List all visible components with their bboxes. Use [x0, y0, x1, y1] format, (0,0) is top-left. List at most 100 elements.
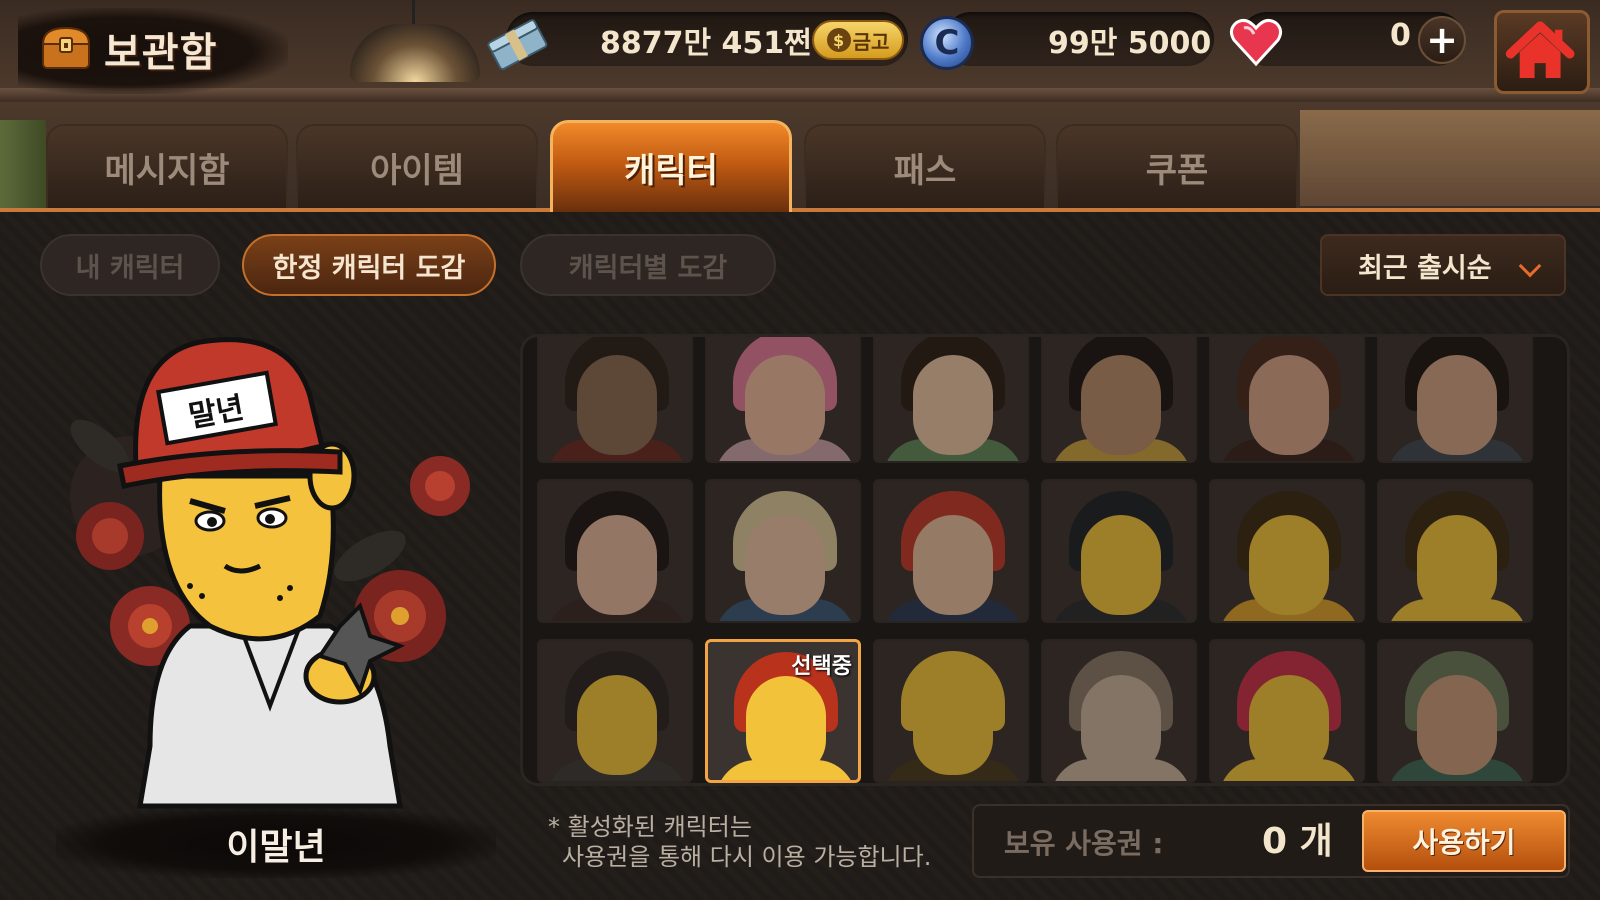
- portrait-body: [1387, 599, 1527, 621]
- character-portrait[interactable]: [1377, 337, 1533, 463]
- portrait-face: [577, 675, 657, 775]
- tab-underline: [0, 208, 1600, 212]
- portrait-hair: [901, 491, 1005, 571]
- bamboo-shelf: [0, 120, 46, 210]
- portrait-body: [547, 439, 687, 461]
- portrait-hair: [1405, 491, 1509, 571]
- tab-coupons[interactable]: 쿠폰: [1056, 124, 1298, 208]
- tab-pass[interactable]: 패스: [804, 124, 1046, 208]
- chevron-down-icon: [1518, 254, 1542, 278]
- portrait-hair: [565, 337, 669, 411]
- character-portrait[interactable]: [1209, 479, 1365, 623]
- character-portrait[interactable]: [873, 337, 1029, 463]
- portrait-body: [1219, 759, 1359, 781]
- ticket-label: 보유 사용권 :: [1004, 827, 1164, 860]
- portrait-body: [1387, 439, 1527, 461]
- portrait-face: [745, 355, 825, 455]
- portrait-face: [913, 675, 993, 775]
- wooden-shelf: [1300, 110, 1600, 312]
- subtab-character-collection[interactable]: 캐릭터별 도감: [520, 234, 776, 296]
- portrait-hair: [1069, 337, 1173, 411]
- portrait-body: [547, 599, 687, 621]
- portrait-face: [1081, 355, 1161, 455]
- portrait-hair: [901, 337, 1005, 411]
- character-portrait[interactable]: [705, 479, 861, 623]
- cash-stack-icon: [487, 19, 548, 71]
- portrait-face: [1249, 675, 1329, 775]
- notice-line-1: * 활성화된 캐릭터는: [548, 813, 752, 841]
- character-portrait[interactable]: [705, 337, 861, 463]
- character-portrait[interactable]: [537, 337, 693, 463]
- portrait-face: [577, 515, 657, 615]
- character-portrait[interactable]: [1377, 639, 1533, 783]
- tab-items[interactable]: 아이템: [296, 124, 538, 208]
- portrait-hair: [733, 491, 837, 571]
- portrait-body: [1219, 599, 1359, 621]
- character-grid: 선택중: [520, 334, 1570, 786]
- portrait-hair: [733, 337, 837, 411]
- portrait-hair: [1069, 491, 1173, 571]
- portrait-body: [1051, 439, 1191, 461]
- notice-line-2: 사용권을 통해 다시 이용 가능합니다.: [562, 843, 932, 871]
- portrait-hair: [565, 651, 669, 731]
- character-portrait[interactable]: [1041, 337, 1197, 463]
- tab-characters[interactable]: 캐릭터: [550, 120, 792, 212]
- portrait-body: [1051, 759, 1191, 781]
- portrait-body: [883, 439, 1023, 461]
- portrait-face: [1249, 515, 1329, 615]
- portrait-hair: [1405, 337, 1509, 411]
- c-coin-icon: C: [920, 16, 974, 70]
- portrait-hair: [565, 491, 669, 571]
- heart-gem-icon: [1229, 18, 1283, 67]
- portrait-face: [1417, 675, 1497, 775]
- sort-dropdown[interactable]: 최근 출시순: [1320, 234, 1566, 296]
- portrait-body: [1051, 599, 1191, 621]
- selected-character-illustration: 말년: [70, 337, 470, 809]
- character-portrait[interactable]: [1041, 479, 1197, 623]
- portrait-face: [577, 355, 657, 455]
- portrait-face: [913, 355, 993, 455]
- portrait-hair: [1237, 651, 1341, 731]
- portrait-body: [715, 439, 855, 461]
- sort-label: 최근 출시순: [1358, 252, 1492, 284]
- home-button[interactable]: [1494, 10, 1590, 94]
- portrait-face: [1081, 675, 1161, 775]
- subtab-limited-collection[interactable]: 한정 캐릭터 도감: [242, 234, 496, 296]
- ticket-count: 0 개: [1262, 821, 1333, 862]
- portrait-face: [1417, 515, 1497, 615]
- character-portrait[interactable]: [1041, 639, 1197, 783]
- dollar-coin-icon: $: [826, 28, 851, 52]
- use-ticket-button[interactable]: 사용하기: [1362, 810, 1566, 872]
- character-portrait[interactable]: 선택중: [705, 639, 861, 783]
- subtab-my-characters[interactable]: 내 캐릭터: [40, 234, 220, 296]
- portrait-face: [745, 515, 825, 615]
- vault-label: 금고: [852, 29, 890, 54]
- add-hearts-button[interactable]: +: [1418, 16, 1466, 64]
- portrait-face: [746, 676, 826, 776]
- heart-count: 0: [1390, 18, 1411, 53]
- portrait-body: [883, 599, 1023, 621]
- portrait-hair: [1405, 651, 1509, 731]
- character-portrait[interactable]: [537, 639, 693, 783]
- portrait-body: [547, 759, 687, 781]
- character-portrait[interactable]: [537, 479, 693, 623]
- character-portrait[interactable]: [873, 639, 1029, 783]
- portrait-body: [715, 599, 855, 621]
- character-portrait[interactable]: [1209, 337, 1365, 463]
- portrait-hair: [1237, 491, 1341, 571]
- treasure-chest-icon: [41, 26, 91, 69]
- page-title: 보관함: [104, 30, 218, 76]
- portrait-face: [1417, 355, 1497, 455]
- portrait-hair: [901, 651, 1005, 731]
- portrait-hair: [1237, 337, 1341, 411]
- character-portrait[interactable]: [1209, 639, 1365, 783]
- character-portrait[interactable]: [1377, 479, 1533, 623]
- character-name: 이말년: [226, 827, 326, 868]
- portrait-face: [1081, 515, 1161, 615]
- money-amount: 8877만 451쩐: [600, 26, 812, 61]
- vault-button[interactable]: $ 금고: [812, 20, 904, 60]
- tab-messages[interactable]: 메시지함: [46, 124, 288, 208]
- portrait-face: [913, 515, 993, 615]
- character-portrait[interactable]: [873, 479, 1029, 623]
- storage-screen: 보관함 8877만 451쩐 $ 금고 C 99만 5000 0 + 메시지함 …: [0, 0, 1600, 900]
